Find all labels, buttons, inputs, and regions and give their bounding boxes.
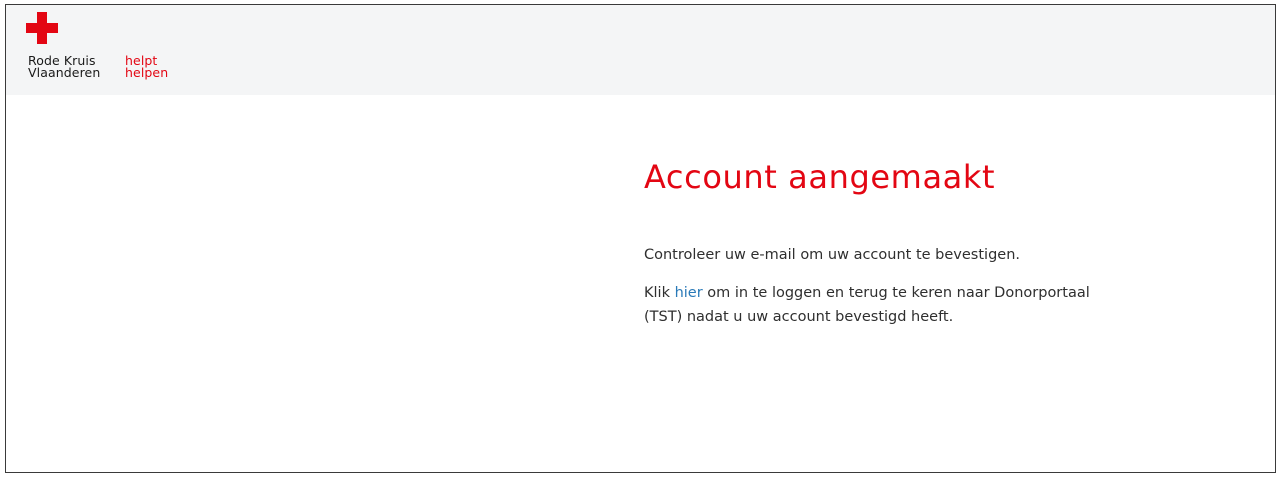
page-title: Account aangemaakt	[644, 158, 996, 196]
page-frame: Rode Kruis Vlaanderen helpt helpen Accou…	[5, 4, 1276, 473]
confirmation-message: Controleer uw e-mail om uw account te be…	[644, 247, 1020, 263]
login-instruction: Klik hier om in te loggen en terug te ke…	[644, 281, 1204, 329]
main-content: Account aangemaakt Controleer uw e-mail …	[644, 155, 1204, 329]
login-suffix-line1: om in te loggen en terug te keren naar D…	[702, 285, 1090, 301]
logo-slogan: helpt helpen	[125, 54, 169, 80]
login-link[interactable]: hier	[675, 285, 703, 301]
logo-organization-name: Rode Kruis Vlaanderen	[28, 54, 101, 80]
rode-kruis-logo[interactable]: Rode Kruis Vlaanderen helpt helpen	[18, 10, 188, 90]
logo-slogan-line2: helpen	[125, 65, 169, 80]
login-prefix: Klik	[644, 285, 675, 301]
site-header: Rode Kruis Vlaanderen helpt helpen	[6, 5, 1275, 95]
login-suffix-line2: (TST) nadat u uw account bevestigd heeft…	[644, 309, 954, 325]
red-cross-icon	[26, 12, 58, 44]
logo-org-line2: Vlaanderen	[28, 65, 101, 80]
